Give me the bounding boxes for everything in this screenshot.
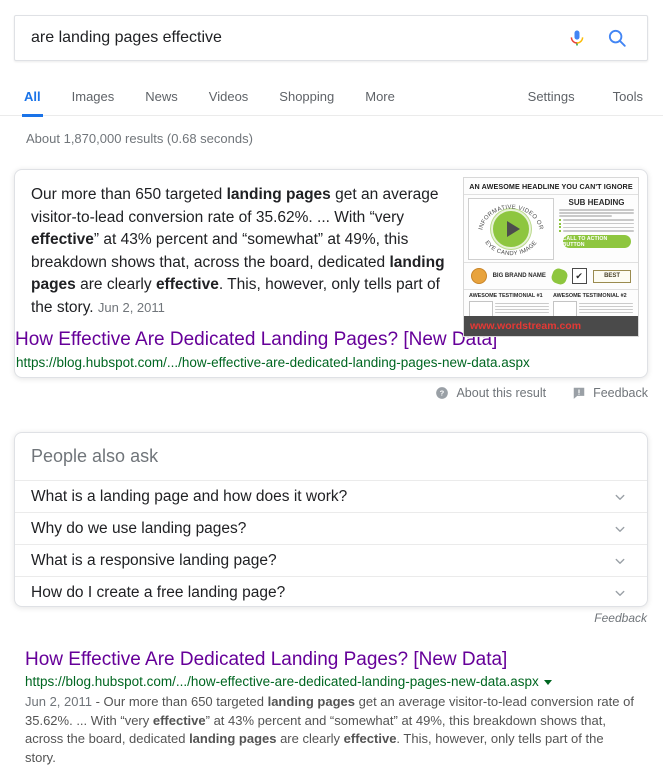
thumbnail-bullet-lines (559, 218, 634, 233)
paa-feedback-link[interactable]: Feedback (594, 611, 647, 625)
featured-snippet-thumbnail[interactable]: AN AWESOME HEADLINE YOU CAN'T IGNORE INF… (463, 177, 639, 337)
og-bold-2: effective (152, 712, 206, 728)
paa-question-1-text: What is a landing page and how does it w… (31, 487, 348, 505)
featured-snippet-card: Our more than 650 targeted landing pages… (14, 169, 648, 378)
tab-news[interactable]: News (145, 80, 178, 116)
search-icon[interactable] (597, 16, 637, 60)
svg-text:EYE CANDY IMAGE: EYE CANDY IMAGE (483, 240, 538, 257)
paa-question-2-text: Why do we use landing pages? (31, 519, 247, 537)
chevron-down-icon[interactable] (611, 584, 629, 602)
trophy-icon (470, 268, 487, 284)
about-this-result-button[interactable]: ? About this result (435, 386, 546, 400)
featured-snippet-text: Our more than 650 targeted landing pages… (31, 184, 463, 320)
feedback-bubble-icon (573, 387, 585, 399)
best-ribbon-icon: BEST (593, 269, 632, 283)
nav-tabs-left: All Images News Videos Shopping More (22, 80, 426, 117)
featured-snippet-date: Jun 2, 2011 (97, 299, 165, 315)
thumbnail-source-watermark: www.wordstream.com (464, 316, 638, 336)
organic-result-url-row: https://blog.hubspot.com/.../how-effecti… (25, 673, 645, 691)
paa-question-3-text: What is a responsive landing page? (31, 551, 277, 569)
organic-result-snippet: Jun 2, 2011 - Our more than 650 targeted… (25, 693, 637, 767)
fs-text-4: are clearly (75, 276, 156, 294)
fs-text-1: Our more than 650 targeted (31, 186, 227, 203)
caret-down-icon[interactable] (543, 679, 552, 685)
fs-bold-4: effective (155, 276, 219, 294)
paa-question-2[interactable]: Why do we use landing pages? (15, 513, 647, 545)
search-bar[interactable]: are landing pages effective (14, 15, 648, 61)
featured-snippet-body: Our more than 650 targeted landing pages… (15, 170, 647, 370)
thumbnail-circular-text: INFORMATIVE VIDEO OR EYE CANDY IMAGE (478, 205, 543, 258)
svg-text:?: ? (440, 389, 445, 398)
svg-text:INFORMATIVE VIDEO OR: INFORMATIVE VIDEO OR (478, 205, 543, 231)
paa-question-1[interactable]: What is a landing page and how does it w… (15, 481, 647, 513)
thumbnail-subheading: SUB HEADING (568, 198, 625, 207)
tab-more[interactable]: More (365, 80, 395, 116)
fs-bold-1: landing pages (226, 186, 331, 203)
og-bold-4: effective (343, 731, 397, 746)
paa-question-4-text: How do I create a free landing page? (31, 584, 286, 601)
about-result-row: ? About this result Feedback (14, 386, 648, 400)
thumbnail-cta-button: CALL TO ACTION BUTTON (562, 235, 631, 249)
og-text-4: are clearly (276, 731, 344, 746)
feedback-button[interactable]: Feedback (572, 386, 648, 400)
og-text-1: - Our more than 650 targeted (91, 694, 268, 709)
question-circle-icon: ? (436, 387, 449, 399)
feedback-label: Feedback (593, 386, 648, 400)
testimonial-2-label: AWESOME TESTIMONIAL #2 (553, 293, 627, 299)
paa-question-4[interactable]: How do I create a free landing page? (15, 577, 647, 609)
thumbnail-domain-text: www.wordstream.com (470, 320, 582, 332)
chevron-down-icon[interactable] (611, 520, 629, 538)
thumbnail-trust-icons: BIG BRAND NAME BEST (464, 262, 638, 290)
organic-result-url: https://blog.hubspot.com/.../how-effecti… (25, 674, 539, 689)
search-input[interactable]: are landing pages effective (15, 28, 557, 48)
featured-snippet-title-link[interactable]: How Effective Are Dedicated Landing Page… (15, 328, 497, 351)
tab-shopping[interactable]: Shopping (279, 80, 334, 116)
microphone-icon[interactable] (557, 16, 597, 60)
thumbnail-video-placeholder: INFORMATIVE VIDEO OR EYE CANDY IMAGE (468, 198, 554, 260)
organic-result-title-link[interactable]: How Effective Are Dedicated Landing Page… (25, 648, 645, 671)
thumbnail-copy-column: SUB HEADING CALL TO ACTION BUTTON (554, 198, 634, 260)
chevron-down-icon[interactable] (611, 552, 629, 570)
thumbnail-brand-name: BIG BRAND NAME (492, 272, 546, 279)
tab-tools[interactable]: Tools (613, 80, 643, 116)
paa-question-3[interactable]: What is a responsive landing page? (15, 545, 647, 577)
tab-images[interactable]: Images (72, 80, 115, 116)
fs-bold-2: effective (31, 231, 94, 249)
featured-snippet-url: https://blog.hubspot.com/.../how-effecti… (16, 355, 530, 370)
result-stats: About 1,870,000 results (0.68 seconds) (26, 131, 253, 146)
testimonial-1-label: AWESOME TESTIMONIAL #1 (469, 293, 543, 299)
people-also-ask-card: People also ask What is a landing page a… (14, 432, 648, 607)
nav-tabs-right: Settings Tools (490, 80, 643, 116)
tab-settings[interactable]: Settings (528, 80, 575, 116)
og-bold-1: landing pages (267, 694, 355, 709)
people-also-ask-heading: People also ask (15, 433, 647, 481)
thumbnail-headline: AN AWESOME HEADLINE YOU CAN'T IGNORE (464, 178, 638, 195)
starburst-icon (549, 266, 569, 286)
og-bold-3: landing pages (189, 731, 277, 746)
chevron-down-icon[interactable] (611, 488, 629, 506)
organic-result: How Effective Are Dedicated Landing Page… (25, 648, 645, 767)
search-nav-tabs: All Images News Videos Shopping More Set… (0, 80, 663, 117)
thumbnail-mid-row: INFORMATIVE VIDEO OR EYE CANDY IMAGE SUB… (464, 195, 638, 262)
tab-all[interactable]: All (22, 80, 43, 117)
about-this-result-label: About this result (456, 386, 547, 400)
tab-videos[interactable]: Videos (209, 80, 249, 116)
organic-result-date: Jun 2, 2011 (25, 694, 92, 709)
checklist-icon (572, 268, 588, 284)
thumbnail-body-lines (559, 209, 634, 217)
